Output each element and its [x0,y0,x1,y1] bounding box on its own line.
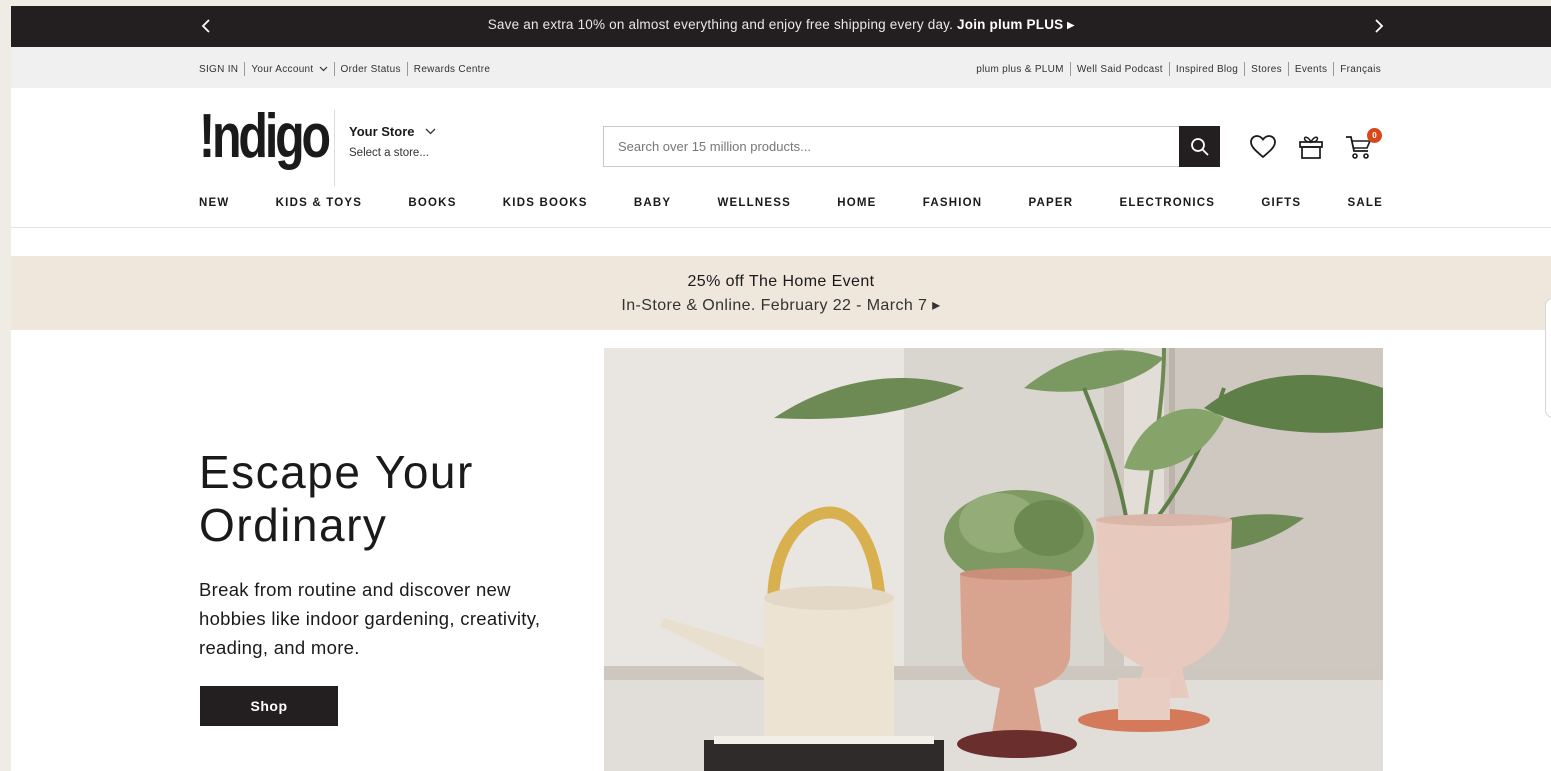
sign-in-link[interactable]: SIGN IN [199,64,238,75]
shop-button[interactable]: Shop [200,686,338,726]
gift-icon [1299,136,1323,159]
store-subtitle: Select a store... [349,147,429,159]
utility-left-links: SIGN IN Your Account Order Status Reward… [199,62,490,76]
divider [1333,62,1335,76]
nav-item-gifts[interactable]: GIFTS [1261,197,1301,209]
divider [1244,62,1246,76]
divider [406,62,408,76]
nav-item-fashion[interactable]: FASHION [923,197,983,209]
heart-icon [1250,135,1276,159]
nav-item-paper[interactable]: PAPER [1029,197,1074,209]
search-bar [603,126,1220,167]
store-title: Your Store [349,124,436,139]
nav-item-new[interactable]: NEW [199,197,229,209]
nav-item-baby[interactable]: BABY [634,197,671,209]
divider [1069,62,1071,76]
nav-item-electronics[interactable]: ELECTRONICS [1120,197,1216,209]
promo-message: Save an extra 10% on almost everything a… [11,17,1551,33]
chevron-down-icon [319,66,327,71]
nav-item-kids-books[interactable]: KIDS BOOKS [503,197,588,209]
divider [244,62,246,76]
divider [333,62,335,76]
event-title: 25% off The Home Event [687,273,875,290]
join-plum-plus-link[interactable]: Join plum PLUS ▸ [957,17,1074,32]
divider [1168,62,1170,76]
nav-item-sale[interactable]: SALE [1348,197,1383,209]
search-icon [1190,137,1209,156]
promo-bar: Save an extra 10% on almost everything a… [11,6,1551,47]
gift-registry-button[interactable] [1296,132,1326,162]
promo-text: Save an extra 10% on almost everything a… [487,17,954,32]
stores-link[interactable]: Stores [1251,64,1282,75]
inspired-blog-link[interactable]: Inspired Blog [1176,64,1238,75]
site-header: !ndigo Your Store Select a store... 0 N [11,88,1551,228]
events-link[interactable]: Events [1295,64,1327,75]
main-nav: NEW KIDS & TOYS BOOKS KIDS BOOKS BABY WE… [199,197,1383,209]
chevron-down-icon [425,128,435,135]
divider [1287,62,1289,76]
well-said-podcast-link[interactable]: Well Said Podcast [1077,64,1163,75]
hero-description: Break from routine and discover new hobb… [199,579,541,658]
store-selector[interactable]: Your Store Select a store... [349,124,436,159]
your-account-dropdown[interactable]: Your Account [251,64,327,75]
home-event-banner[interactable]: 25% off The Home Event In-Store & Online… [11,256,1551,330]
utility-right-links: plum plus & PLUM Well Said Podcast Inspi… [976,62,1381,76]
nav-item-home[interactable]: HOME [837,197,876,209]
search-input[interactable] [604,127,1179,166]
divider [334,110,335,186]
your-account-label: Your Account [251,63,314,75]
indigo-logo[interactable]: !ndigo [199,106,331,168]
nav-item-books[interactable]: BOOKS [408,197,456,209]
feedback-side-tab[interactable] [1545,298,1551,418]
francais-link[interactable]: Français [1340,64,1381,75]
plum-plus-link[interactable]: plum plus & PLUM [976,64,1064,75]
search-button[interactable] [1179,126,1220,167]
hero-title-line-1: Escape Your [199,446,474,498]
rewards-centre-link[interactable]: Rewards Centre [414,64,490,75]
cart-count-badge: 0 [1367,128,1382,143]
order-status-link[interactable]: Order Status [341,64,401,75]
hero-image[interactable] [604,348,1383,771]
hero-title: Escape Your Ordinary [199,446,474,552]
utility-bar: SIGN IN Your Account Order Status Reward… [11,47,1551,88]
store-title-label: Your Store [349,124,415,139]
nav-item-kids-toys[interactable]: KIDS & TOYS [276,197,362,209]
plants-watering-can-illustration [604,348,1383,771]
nav-item-wellness[interactable]: WELLNESS [718,197,792,209]
hero-title-line-2: Ordinary [199,499,388,551]
event-subtitle: In-Store & Online. February 22 - March 7… [621,297,941,314]
promo-next-button[interactable] [1368,16,1388,36]
chevron-right-icon [1375,19,1384,33]
page: Save an extra 10% on almost everything a… [11,6,1551,771]
wishlist-button[interactable] [1248,132,1278,162]
